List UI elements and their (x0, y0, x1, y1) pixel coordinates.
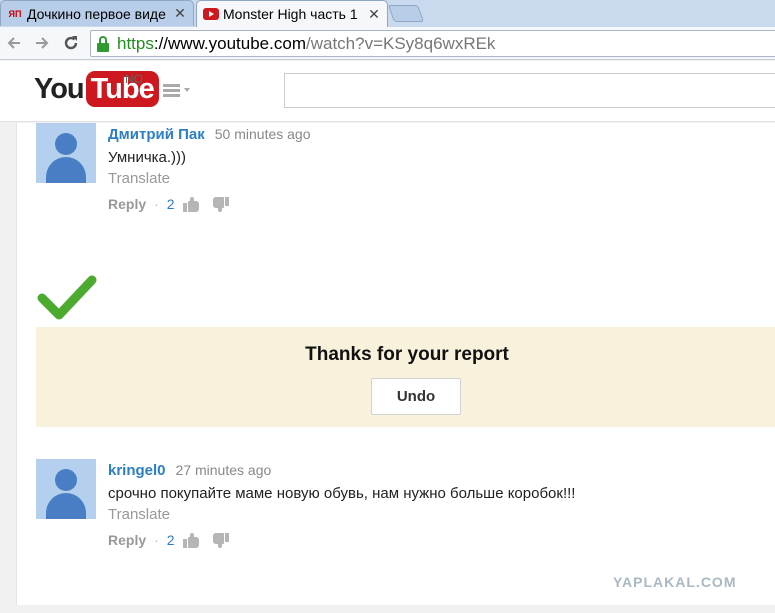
reload-icon[interactable] (60, 32, 82, 54)
thumbs-up-icon[interactable] (182, 196, 199, 212)
tab-close-icon[interactable]: ✕ (173, 5, 187, 22)
separator-dot: · (154, 196, 159, 212)
comment-text: Умничка.))) (108, 149, 187, 166)
lock-icon (95, 35, 111, 52)
reply-button[interactable]: Reply (108, 532, 146, 548)
thumbs-up-icon[interactable] (182, 532, 199, 548)
comment-author[interactable]: Дмитрий Пак (108, 126, 205, 143)
report-title: Thanks for your report (305, 344, 509, 365)
thumbs-down-icon[interactable] (212, 196, 229, 212)
undo-button[interactable]: Undo (371, 378, 461, 415)
forward-arrow-icon[interactable] (31, 32, 53, 54)
comment-time[interactable]: 50 minutes ago (215, 126, 311, 142)
tab-youtube[interactable]: Monster High часть 1 ✕ (196, 0, 388, 27)
tab-yaplakal[interactable]: ЯП Дочкино первое виде ✕ (0, 0, 194, 26)
comment-author[interactable]: kringel0 (108, 462, 166, 479)
comment-text: срочно покупайте маме новую обувь, нам н… (108, 485, 576, 502)
browser-toolbar: https://www.youtube.com/watch?v=KSy8q6wx… (0, 27, 775, 60)
separator-dot: · (154, 532, 159, 548)
comment-time[interactable]: 27 minutes ago (176, 462, 272, 478)
like-count: 2 (166, 196, 175, 212)
back-arrow-icon[interactable] (3, 32, 25, 54)
tab-close-icon[interactable]: ✕ (367, 6, 381, 23)
tab-strip: ЯП Дочкино первое виде ✕ Monster High ча… (0, 0, 775, 27)
new-tab-button[interactable] (387, 5, 425, 22)
avatar[interactable] (36, 123, 96, 183)
country-code: NO (125, 72, 143, 86)
address-bar[interactable]: https://www.youtube.com/watch?v=KSy8q6wx… (90, 30, 775, 57)
guide-menu-icon[interactable] (163, 82, 190, 98)
translate-link[interactable]: Translate (108, 170, 311, 187)
report-confirmation: Thanks for your report Undo (36, 327, 775, 427)
url-path: /watch?v=KSy8q6wxREk (305, 33, 496, 53)
yaplakal-favicon-icon: ЯП (8, 8, 22, 19)
youtube-favicon-icon (203, 8, 219, 20)
avatar[interactable] (36, 459, 96, 519)
translate-link[interactable]: Translate (108, 506, 575, 523)
reply-button[interactable]: Reply (108, 196, 146, 212)
thumbs-down-icon[interactable] (212, 532, 229, 548)
like-count: 2 (166, 532, 175, 548)
url-scheme: https (117, 33, 154, 53)
checkmark-icon (37, 275, 97, 320)
comments-section: Дмитрий Пак 50 minutes ago Умничка.))) Tr… (16, 123, 775, 605)
watermark: YAPLAKAL.COM (613, 574, 737, 590)
url-host: ://www.youtube.com (153, 33, 306, 53)
tab-title: Monster High часть 1 (223, 6, 358, 22)
tab-title: Дочкино первое виде (27, 5, 166, 22)
search-input[interactable] (284, 73, 775, 108)
